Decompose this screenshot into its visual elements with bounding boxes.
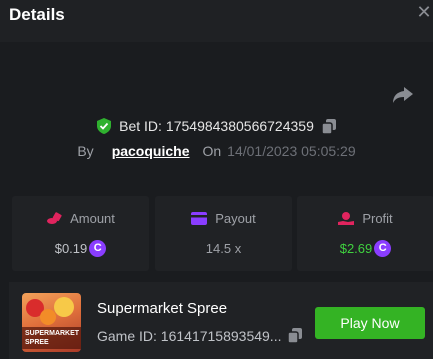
game-card: SUPERMARKET SPREE Supermarket Spree Game…: [9, 282, 433, 359]
amount-card: Amount $0.19 C: [12, 196, 149, 271]
coins-icon: [47, 211, 62, 224]
game-id-value: 16141715893549...: [160, 328, 282, 344]
shield-check-icon: [97, 118, 112, 134]
game-id-label: Game ID:: [97, 328, 157, 344]
payout-value: 14.5 x: [205, 240, 242, 256]
profit-label: Profit: [362, 211, 393, 226]
username-link[interactable]: pacoquiche: [112, 143, 190, 159]
profit-value: $2.69: [339, 240, 373, 256]
payout-card: Payout 14.5 x: [155, 196, 292, 271]
payout-label: Payout: [215, 211, 256, 226]
game-id: Game ID: 16141715893549...: [97, 328, 297, 344]
play-now-button[interactable]: Play Now: [315, 307, 425, 339]
game-name: Supermarket Spree: [97, 300, 228, 317]
close-icon[interactable]: ✕: [415, 3, 433, 21]
hand-coin-icon: [338, 211, 355, 225]
copy-icon[interactable]: [321, 118, 336, 134]
page-title: Details: [9, 5, 65, 24]
card-icon: [191, 212, 208, 225]
profit-card: Profit $2.69 C: [297, 196, 433, 271]
bet-id-label: Bet ID:: [119, 118, 162, 134]
currency-icon: C: [374, 239, 392, 257]
by-label: By: [77, 143, 94, 159]
bet-datetime: 14/01/2023 05:05:29: [227, 143, 356, 159]
bet-id-row: Bet ID: 1754984380566724359: [0, 115, 433, 137]
share-icon[interactable]: [392, 86, 414, 104]
amount-label: Amount: [70, 211, 115, 226]
copy-icon[interactable]: [288, 328, 302, 343]
on-label: On: [202, 143, 222, 159]
amount-value: $0.19: [54, 240, 88, 256]
game-thumbnail[interactable]: SUPERMARKET SPREE: [22, 293, 81, 352]
author-row: By pacoquiche On 14/01/2023 05:05:29: [0, 141, 433, 161]
game-thumbnail-title: SUPERMARKET SPREE: [22, 327, 81, 349]
header: Details ✕: [0, 0, 433, 42]
currency-icon: C: [89, 239, 107, 257]
bet-id-value: 1754984380566724359: [165, 118, 314, 134]
